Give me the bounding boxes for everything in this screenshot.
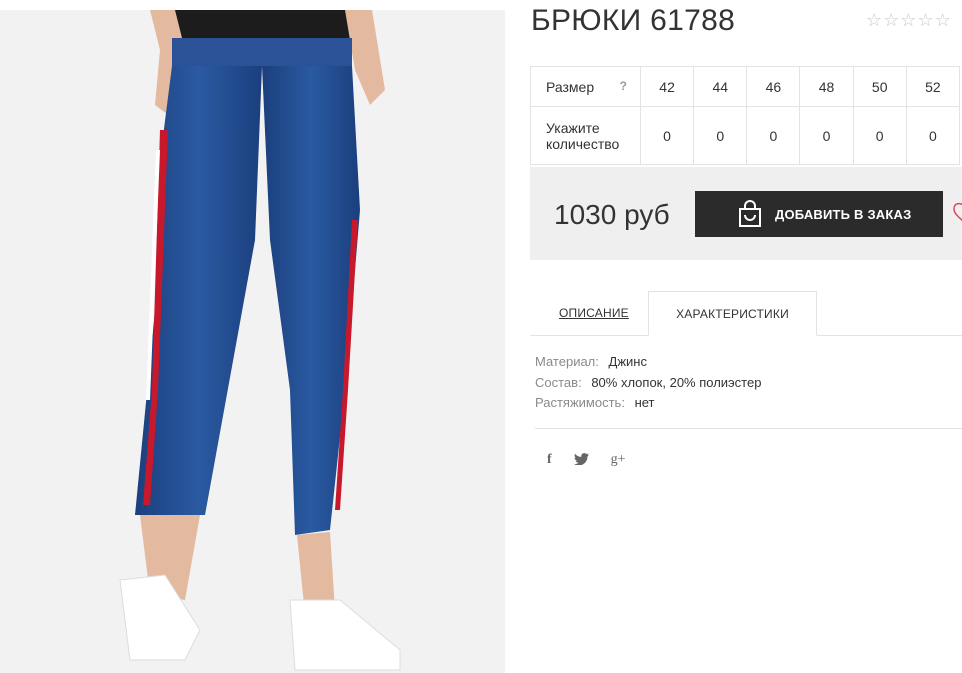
- facebook-icon[interactable]: f: [547, 452, 552, 468]
- tab-description[interactable]: ОПИСАНИЕ: [559, 306, 629, 320]
- tab-characteristics[interactable]: ХАРАКТЕРИСТИКИ: [648, 291, 817, 336]
- characteristic-key: Состав:: [535, 374, 582, 390]
- product-photo[interactable]: [0, 10, 505, 673]
- characteristic-key: Материал:: [535, 354, 599, 369]
- characteristic-value: Джинс: [608, 354, 647, 369]
- quantity-input[interactable]: 0: [852, 106, 907, 165]
- star-icon[interactable]: ☆: [900, 11, 916, 29]
- characteristic-value: 80% хлопок, 20% полиэстер: [591, 374, 762, 390]
- quantity-input[interactable]: 0: [799, 106, 854, 165]
- add-to-order-label: ДОБАВИТЬ В ЗАКАЗ: [775, 206, 912, 222]
- characteristic-value: нет: [634, 395, 655, 410]
- divider: [535, 428, 962, 429]
- shopping-bag-icon: [737, 200, 763, 228]
- size-value: 50: [852, 66, 907, 107]
- size-label: Размер: [546, 78, 595, 95]
- product-photo-illustration: [0, 10, 505, 673]
- googleplus-icon[interactable]: g+: [611, 452, 626, 468]
- add-to-order-button[interactable]: ДОБАВИТЬ В ЗАКАЗ: [695, 191, 943, 237]
- characteristic-row: Растяжимость: нет: [535, 395, 761, 416]
- star-icon[interactable]: ☆: [917, 11, 933, 29]
- product-tabs: ОПИСАНИЕ ХАРАКТЕРИСТИКИ: [530, 291, 962, 336]
- product-title: БРЮКИ 61788: [531, 4, 736, 37]
- social-share: f g+: [547, 452, 648, 468]
- characteristic-row: Материал: Джинс: [535, 354, 761, 375]
- quantity-input[interactable]: 0: [905, 106, 961, 165]
- characteristics-list: Материал: Джинс Состав: 80% хлопок, 20% …: [535, 354, 761, 416]
- size-value: 52: [905, 66, 961, 107]
- size-value: 46: [746, 66, 801, 107]
- characteristic-key: Растяжимость:: [535, 395, 625, 410]
- size-value: 44: [693, 66, 748, 107]
- star-icon[interactable]: ☆: [883, 11, 899, 29]
- size-table: Размер ? 42 44 46 48 50 52 Укажите колич…: [530, 66, 961, 165]
- quantity-input[interactable]: 0: [693, 106, 748, 165]
- help-icon[interactable]: ?: [620, 79, 627, 93]
- size-value: 42: [639, 66, 695, 107]
- quantity-input[interactable]: 0: [746, 106, 801, 165]
- size-header-cell: Размер ?: [530, 66, 641, 107]
- quantity-label: Укажите количество: [530, 106, 641, 165]
- star-icon[interactable]: ☆: [866, 11, 882, 29]
- characteristic-row: Состав: 80% хлопок, 20% полиэстер: [535, 375, 761, 396]
- size-value: 48: [799, 66, 854, 107]
- heart-icon[interactable]: [952, 200, 962, 229]
- quantity-input[interactable]: 0: [639, 106, 695, 165]
- price: 1030 руб: [554, 199, 670, 230]
- price-box: 1030 руб ДОБАВИТЬ В ЗАКАЗ: [530, 167, 962, 260]
- twitter-icon[interactable]: [573, 452, 589, 468]
- star-icon[interactable]: ☆: [935, 11, 951, 29]
- rating-stars[interactable]: ☆ ☆ ☆ ☆ ☆: [866, 11, 951, 29]
